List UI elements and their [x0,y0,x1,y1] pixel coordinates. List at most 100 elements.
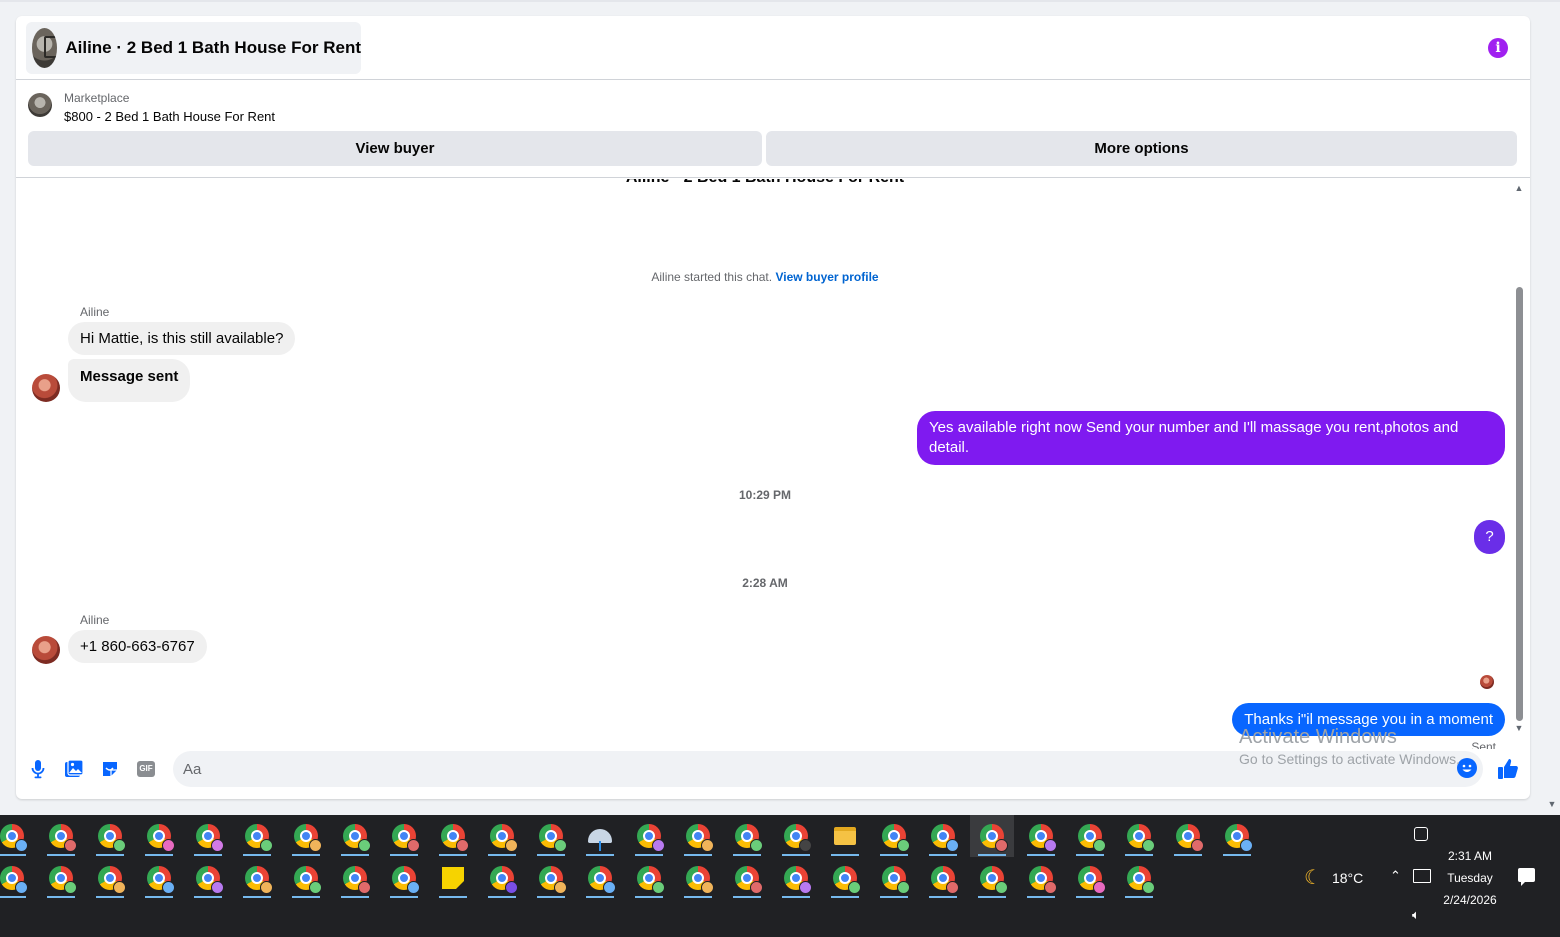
page-scroll-down-icon[interactable]: ▼ [1547,798,1557,810]
conversation-panel: Ailine · 2 Bed 1 Bath House For Rent i M… [16,16,1530,799]
thread-scrollbar[interactable]: ▲ ▼ [1513,179,1525,739]
taskbar-chrome-profile[interactable] [529,857,573,899]
taskbar-chrome-profile[interactable] [0,857,34,899]
taskbar-chrome-profile[interactable] [333,857,377,899]
taskbar-chrome-profile[interactable] [480,857,524,899]
taskbar-chrome-profile[interactable] [823,857,867,899]
taskbar-chrome-profile[interactable] [235,857,279,899]
message-input[interactable] [173,751,1483,787]
taskbar-chrome-profile[interactable] [1117,815,1161,857]
taskbar-chrome-profile[interactable] [872,857,916,899]
taskbar-chrome-profile[interactable] [88,815,132,857]
system-clock[interactable]: 2:31 AM Tuesday 2/24/2026 [1430,845,1510,911]
taskbar-chrome-profile[interactable] [431,815,475,857]
taskbar-chrome-profile[interactable] [1166,815,1210,857]
taskbar-chrome-profile[interactable] [725,815,769,857]
taskbar-chrome-profile[interactable] [627,857,671,899]
taskbar-chrome-profile[interactable] [382,857,426,899]
taskbar-chrome-profile[interactable] [970,857,1014,899]
message-thread[interactable]: Ailine · 2 Bed 1 Bath House For Rent Ail… [16,179,1530,749]
profile-badge-icon [995,839,1008,852]
taskbar-chrome-profile[interactable] [186,857,230,899]
conversation-title-chip[interactable]: Ailine · 2 Bed 1 Bath House For Rent [26,22,361,74]
taskbar-chrome-profile[interactable] [1215,815,1259,857]
profile-badge-icon [554,881,567,894]
chrome-icon [1127,824,1155,852]
more-options-button[interactable]: More options [766,131,1517,166]
volume-icon[interactable]: 🔈︎ [1412,907,1420,923]
taskbar-chrome-profile[interactable] [88,857,132,899]
taskbar-chrome-profile[interactable] [333,815,377,857]
taskbar-chrome-profile[interactable] [627,815,671,857]
outgoing-message[interactable]: ? [1474,520,1505,554]
taskbar-chrome-profile[interactable] [1068,857,1112,899]
listing-small-thumbnail[interactable] [28,93,52,117]
taskbar-chrome-profile[interactable] [1019,815,1063,857]
taskbar-chrome-profile[interactable] [921,815,965,857]
profile-badge-icon [113,839,126,852]
profile-badge-icon [1044,881,1057,894]
taskbar-chrome-profile[interactable] [284,815,328,857]
taskbar-chrome-profile[interactable] [921,857,965,899]
taskbar-chrome-profile[interactable] [774,857,818,899]
view-buyer-button[interactable]: View buyer [28,131,762,166]
conversation-title: Ailine · 2 Bed 1 Bath House For Rent [65,38,361,57]
photo-icon[interactable] [64,759,84,779]
taskbar-chrome-profile[interactable] [529,815,573,857]
scroll-up-arrow-icon[interactable]: ▲ [1513,183,1525,193]
taskbar-chrome-profile[interactable] [186,815,230,857]
info-icon[interactable]: i [1488,38,1508,58]
taskbar-chrome-profile[interactable] [676,857,720,899]
view-buyer-profile-link[interactable]: View buyer profile [775,270,878,284]
taskbar-chrome-profile[interactable] [382,815,426,857]
network-icon[interactable] [1413,869,1431,883]
taskbar-chrome-profile[interactable] [774,815,818,857]
weather-widget[interactable]: ☾ 18°C [1304,865,1363,890]
incoming-message[interactable]: +1 860-663-6767 [68,630,207,663]
incoming-message[interactable]: Message sent [68,359,191,402]
buyer-avatar[interactable] [32,636,60,664]
taskbar-chrome-profile[interactable] [970,815,1014,857]
taskbar-chrome-profile[interactable] [676,815,720,857]
chrome-icon [1029,824,1057,852]
notifications-icon[interactable] [1518,868,1535,886]
microphone-icon[interactable] [28,759,48,779]
chat-started-text: Ailine started this chat. [651,270,773,284]
listing-price-title[interactable]: $800 - 2 Bed 1 Bath House For Rent [64,109,275,124]
chrome-icon [294,824,322,852]
taskbar-chrome-profile[interactable] [284,857,328,899]
taskbar-chrome-profile[interactable] [235,815,279,857]
scrollbar-thumb[interactable] [1516,287,1523,721]
taskbar-chrome-profile[interactable] [0,815,34,857]
taskbar-chrome-profile[interactable] [480,815,524,857]
profile-badge-icon [211,881,224,894]
outgoing-message[interactable]: Thanks i"il message you in a moment [1232,703,1505,736]
taskbar-chrome-profile[interactable] [137,857,181,899]
taskbar-file-explorer[interactable] [823,815,867,857]
taskbar-chrome-profile[interactable] [137,815,181,857]
incoming-message[interactable]: Hi Mattie, is this still available? [68,322,296,355]
running-indicator [733,854,761,856]
meet-now-icon[interactable] [1414,827,1428,841]
running-indicator [341,854,369,856]
taskbar-chrome-profile[interactable] [578,857,622,899]
outgoing-message[interactable]: Yes available right now Send your number… [917,411,1505,465]
taskbar-chrome-profile[interactable] [39,815,83,857]
profile-badge-icon [358,839,371,852]
taskbar-chrome-profile[interactable] [1019,857,1063,899]
emoji-icon[interactable] [1457,758,1477,778]
taskbar-chrome-profile[interactable] [1117,857,1161,899]
scroll-down-arrow-icon[interactable]: ▼ [1513,723,1525,733]
taskbar-chrome-profile[interactable] [1068,815,1112,857]
taskbar-chrome-profile[interactable] [725,857,769,899]
taskbar-sticky-notes[interactable] [431,857,475,899]
taskbar-chrome-profile[interactable] [39,857,83,899]
taskbar-chrome-profile[interactable] [872,815,916,857]
sticker-icon[interactable] [100,759,120,779]
running-indicator [684,896,712,898]
show-hidden-icons-chevron-icon[interactable]: ⌃ [1390,868,1401,884]
buyer-avatar[interactable] [32,374,60,402]
gif-icon[interactable]: GIF [136,759,156,779]
taskbar-app[interactable] [578,815,622,857]
thumbs-up-icon[interactable] [1496,757,1520,781]
